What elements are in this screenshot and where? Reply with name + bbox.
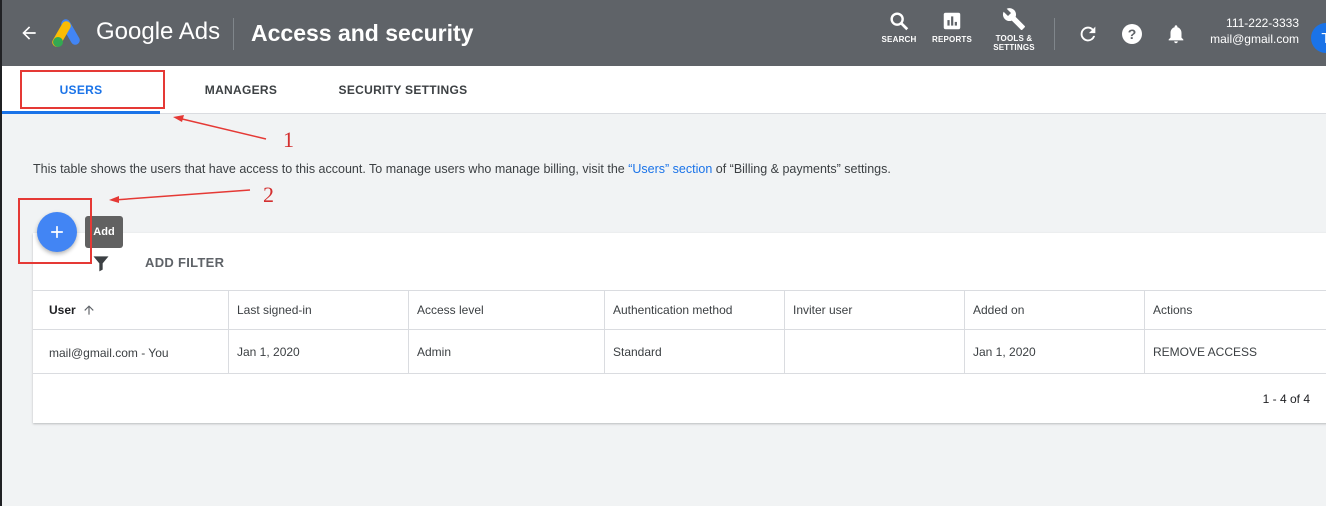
pagination-range: 1 - 4 of 4	[1262, 392, 1310, 406]
tools-settings-button[interactable]: TOOLS & SETTINGS	[993, 7, 1035, 52]
info-description: This table shows the users that have acc…	[33, 162, 891, 176]
column-header-user[interactable]: User	[33, 291, 228, 329]
annotation-label-1: 1	[283, 127, 294, 152]
column-header-inviter-user[interactable]: Inviter user	[784, 291, 964, 329]
annotation-box-users-tab	[20, 70, 165, 109]
avatar[interactable]: T	[1311, 23, 1326, 53]
help-icon[interactable]: ?	[1120, 22, 1144, 46]
notifications-bell-icon[interactable]	[1164, 22, 1188, 46]
annotation-box-add-button	[18, 198, 92, 264]
column-header-added-on[interactable]: Added on	[964, 291, 1144, 329]
window-edge	[0, 0, 2, 506]
cell-user: mail@gmail.com - You	[49, 346, 169, 360]
account-phone: 111-222-3333	[1226, 16, 1299, 30]
column-header-user-label: User	[49, 303, 76, 317]
users-section-link[interactable]: “Users” section	[628, 162, 712, 176]
table-row: mail@gmail.com - You Jan 1, 2020 Admin S…	[33, 330, 1326, 374]
google-ads-logo-icon	[52, 18, 86, 48]
brand-name: Google Ads	[96, 18, 221, 45]
refresh-icon[interactable]	[1076, 22, 1100, 46]
top-app-bar: Google Ads Access and security SEARCH RE…	[0, 0, 1326, 66]
page-title: Access and security	[251, 20, 474, 46]
cell-auth-method: Standard	[604, 330, 784, 373]
tools-label-line1: TOOLS &	[995, 34, 1033, 43]
tools-label-line2: SETTINGS	[993, 43, 1035, 52]
search-tool-label: SEARCH	[881, 35, 917, 44]
active-tab-indicator	[2, 111, 160, 114]
remove-access-button[interactable]: REMOVE ACCESS	[1153, 345, 1257, 359]
account-email: mail@gmail.com	[1210, 32, 1299, 46]
annotation-label-2: 2	[263, 182, 274, 207]
info-text-after: of “Billing & payments” settings.	[712, 162, 891, 176]
header-divider-right	[1054, 18, 1055, 50]
tab-bar: USERS MANAGERS SECURITY SETTINGS	[0, 66, 1326, 114]
reports-tool-button[interactable]: REPORTS	[931, 10, 973, 44]
back-arrow-icon[interactable]	[16, 20, 42, 46]
filter-icon[interactable]	[91, 253, 111, 278]
column-header-access-level[interactable]: Access level	[408, 291, 604, 329]
users-table-card: ADD FILTER User Last signed-in Access le…	[33, 233, 1326, 423]
cell-actions: REMOVE ACCESS	[1144, 330, 1326, 373]
search-icon	[890, 12, 909, 31]
wrench-icon	[1002, 8, 1025, 30]
tab-security-settings[interactable]: SECURITY SETTINGS	[320, 66, 486, 113]
column-header-actions: Actions	[1144, 291, 1326, 329]
reports-tool-label: REPORTS	[931, 35, 973, 44]
cell-last-signed-in: Jan 1, 2020	[228, 330, 408, 373]
info-text-before: This table shows the users that have acc…	[33, 162, 629, 176]
account-switcher[interactable]: 111-222-3333 mail@gmail.com	[1203, 16, 1299, 47]
search-tool-button[interactable]: SEARCH	[882, 10, 916, 44]
cell-added-on: Jan 1, 2020	[964, 330, 1144, 373]
cell-inviter	[784, 330, 964, 373]
sort-ascending-icon	[84, 305, 94, 315]
svg-text:?: ?	[1128, 26, 1137, 42]
cell-access-level[interactable]: Admin	[408, 330, 604, 373]
column-header-last-signed-in[interactable]: Last signed-in	[228, 291, 408, 329]
add-filter-button[interactable]: ADD FILTER	[145, 255, 224, 270]
column-header-auth-method[interactable]: Authentication method	[604, 291, 784, 329]
tab-managers[interactable]: MANAGERS	[168, 66, 314, 113]
reports-icon	[943, 12, 961, 30]
header-divider	[233, 18, 234, 50]
table-header-row: User Last signed-in Access level Authent…	[33, 290, 1326, 330]
